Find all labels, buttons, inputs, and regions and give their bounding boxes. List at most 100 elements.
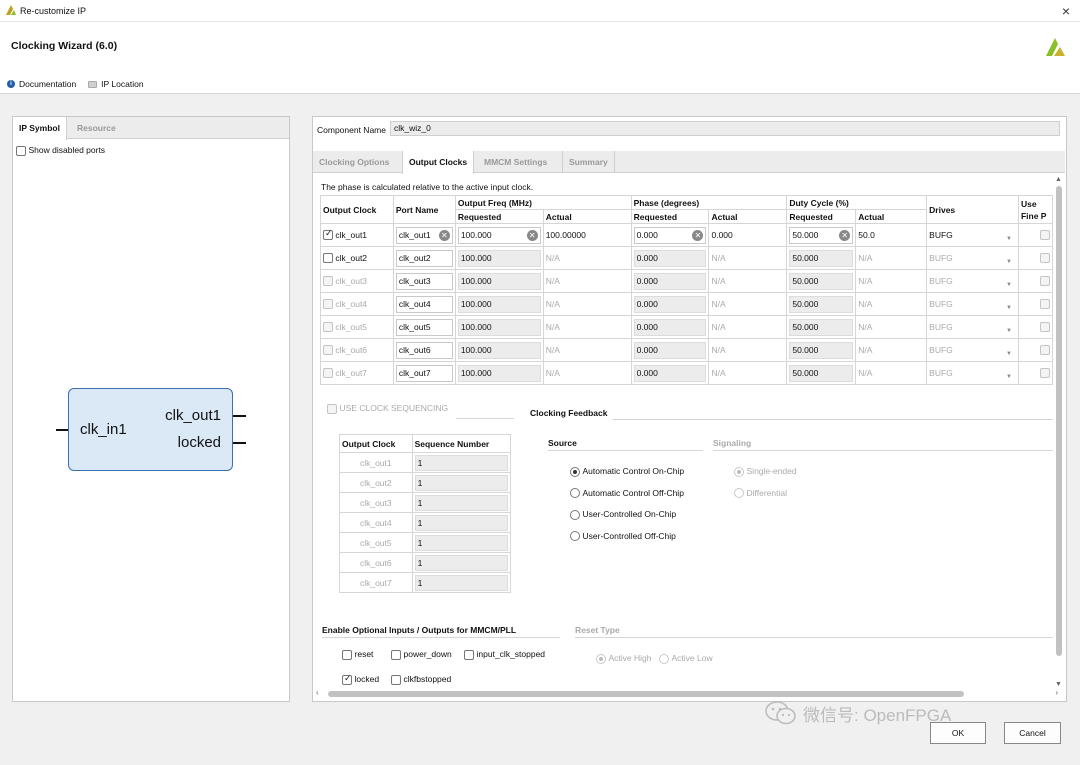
signaling-radio[interactable] (734, 466, 744, 477)
freq-requested-input[interactable]: 100.000 (457, 318, 541, 336)
phase-requested-input[interactable]: 0.000 ✕ (633, 226, 707, 244)
clear-icon[interactable]: ✕ (692, 229, 704, 241)
port-name-input[interactable]: clk_out6 (395, 341, 453, 359)
use-fine-phase-checkbox[interactable] (1040, 253, 1050, 264)
feedback-source-radio[interactable] (570, 531, 580, 542)
optional-io-item[interactable]: power_down (391, 649, 452, 660)
scroll-up-icon[interactable]: ▲ (1055, 176, 1062, 183)
ok-button[interactable]: OK (930, 722, 986, 744)
freq-requested-input[interactable]: 100.000 (457, 364, 541, 382)
scroll-down-icon[interactable]: ▼ (1055, 681, 1062, 688)
drives-dropdown[interactable]: BUFG ▼ (929, 322, 1016, 334)
sequence-number-input[interactable]: 1 (414, 474, 508, 491)
documentation-link[interactable]: Documentation (19, 79, 76, 89)
output-clock-checkbox[interactable] (323, 228, 333, 241)
clear-icon[interactable]: ✕ (438, 229, 450, 241)
drives-dropdown[interactable]: BUFG ▼ (929, 253, 1016, 265)
scroll-right-icon[interactable]: › (1055, 688, 1058, 697)
port-name-input[interactable]: clk_out1 ✕ (395, 226, 453, 244)
duty-requested-input[interactable]: 50.000 (789, 364, 854, 382)
port-name-input[interactable]: clk_out5 (395, 318, 453, 336)
optional-io-checkbox[interactable] (391, 674, 401, 685)
phase-requested-input[interactable]: 0.000 (633, 295, 707, 313)
feedback-source-option[interactable]: Automatic Control On-Chip (570, 466, 684, 477)
signaling-radio[interactable] (734, 488, 744, 499)
clear-icon[interactable]: ✕ (526, 229, 538, 241)
duty-requested-input[interactable]: 50.000 (789, 295, 854, 313)
vertical-scrollbar[interactable]: ▲ ▼ (1055, 176, 1063, 688)
tab-summary[interactable]: Summary (562, 151, 615, 173)
phase-requested-input[interactable]: 0.000 (633, 364, 707, 382)
port-name-input[interactable]: clk_out7 (395, 364, 453, 382)
horizontal-scroll-thumb[interactable] (328, 691, 964, 697)
port-name-input[interactable]: clk_out2 (395, 249, 453, 267)
scroll-left-icon[interactable]: ‹ (316, 688, 319, 697)
ip-location-link[interactable]: IP Location (101, 79, 143, 89)
feedback-source-option[interactable]: User-Controlled Off-Chip (570, 531, 676, 542)
freq-requested-input[interactable]: 100.000 (457, 249, 541, 267)
optional-io-item[interactable]: clkfbstopped (391, 674, 451, 685)
feedback-source-radio[interactable] (570, 488, 580, 499)
feedback-source-radio[interactable] (570, 466, 580, 477)
reset-active-low-radio[interactable] (659, 653, 669, 664)
freq-requested-input[interactable]: 100.000 ✕ (457, 226, 541, 244)
reset-active-high-radio[interactable] (596, 653, 606, 664)
clock-sequencing-row[interactable]: USE CLOCK SEQUENCING (327, 403, 448, 414)
tab-output-clocks[interactable]: Output Clocks (402, 151, 475, 174)
use-fine-phase-checkbox[interactable] (1040, 299, 1050, 310)
port-name-input[interactable]: clk_out4 (395, 295, 453, 313)
drives-dropdown[interactable]: BUFG ▼ (929, 345, 1016, 357)
output-clock-checkbox[interactable] (323, 253, 333, 264)
use-fine-phase-checkbox[interactable] (1040, 345, 1050, 356)
output-clock-checkbox[interactable] (323, 276, 333, 287)
vertical-scroll-thumb[interactable] (1056, 186, 1062, 656)
cancel-button[interactable]: Cancel (1004, 722, 1061, 744)
clock-sequencing-checkbox[interactable] (327, 403, 337, 414)
freq-requested-input[interactable]: 100.000 (457, 272, 541, 290)
tab-mmcm-settings[interactable]: MMCM Settings (478, 151, 553, 173)
optional-io-checkbox[interactable] (464, 649, 474, 660)
reset-active-low-row[interactable]: Active Low (659, 653, 713, 664)
optional-io-checkbox[interactable] (342, 673, 352, 685)
sequence-number-input[interactable]: 1 (414, 514, 508, 531)
duty-requested-input[interactable]: 50.000 (789, 249, 854, 267)
freq-requested-input[interactable]: 100.000 (457, 295, 541, 313)
sequence-number-input[interactable]: 1 (414, 534, 508, 551)
show-disabled-ports-checkbox[interactable] (16, 145, 26, 156)
tab-clocking-options[interactable]: Clocking Options (313, 151, 395, 173)
close-icon[interactable]: × (1062, 3, 1070, 19)
duty-requested-input[interactable]: 50.000 (789, 341, 854, 359)
clear-icon[interactable]: ✕ (839, 229, 851, 241)
optional-io-item[interactable]: reset (342, 649, 373, 660)
reset-active-high-row[interactable]: Active High (596, 653, 652, 664)
optional-io-item[interactable]: input_clk_stopped (464, 649, 545, 660)
duty-requested-input[interactable]: 50.000 ✕ (789, 226, 854, 244)
horizontal-scrollbar[interactable]: ‹ › (316, 688, 1058, 698)
optional-io-checkbox[interactable] (391, 649, 401, 660)
optional-io-item[interactable]: locked (342, 673, 379, 685)
tab-resource[interactable]: Resource (71, 117, 122, 139)
tab-ip-symbol[interactable]: IP Symbol (13, 117, 67, 140)
feedback-source-option[interactable]: Automatic Control Off-Chip (570, 488, 684, 499)
drives-dropdown[interactable]: BUFG ▼ (929, 230, 1016, 242)
use-fine-phase-checkbox[interactable] (1040, 230, 1050, 241)
signaling-option[interactable]: Differential (734, 488, 787, 499)
freq-requested-input[interactable]: 100.000 (457, 341, 541, 359)
component-name-input[interactable]: clk_wiz_0 (390, 121, 1060, 136)
use-fine-phase-checkbox[interactable] (1040, 322, 1050, 333)
output-clock-checkbox[interactable] (323, 345, 333, 356)
sequence-number-input[interactable]: 1 (414, 554, 508, 571)
output-clock-checkbox[interactable] (323, 322, 333, 333)
phase-requested-input[interactable]: 0.000 (633, 318, 707, 336)
phase-requested-input[interactable]: 0.000 (633, 341, 707, 359)
drives-dropdown[interactable]: BUFG ▼ (929, 276, 1016, 288)
port-name-input[interactable]: clk_out3 (395, 272, 453, 290)
duty-requested-input[interactable]: 50.000 (789, 272, 854, 290)
optional-io-checkbox[interactable] (342, 649, 352, 660)
output-clock-checkbox[interactable] (323, 368, 333, 379)
phase-requested-input[interactable]: 0.000 (633, 249, 707, 267)
phase-requested-input[interactable]: 0.000 (633, 272, 707, 290)
duty-requested-input[interactable]: 50.000 (789, 318, 854, 336)
use-fine-phase-checkbox[interactable] (1040, 276, 1050, 287)
show-disabled-ports-row[interactable]: Show disabled ports (16, 145, 105, 156)
